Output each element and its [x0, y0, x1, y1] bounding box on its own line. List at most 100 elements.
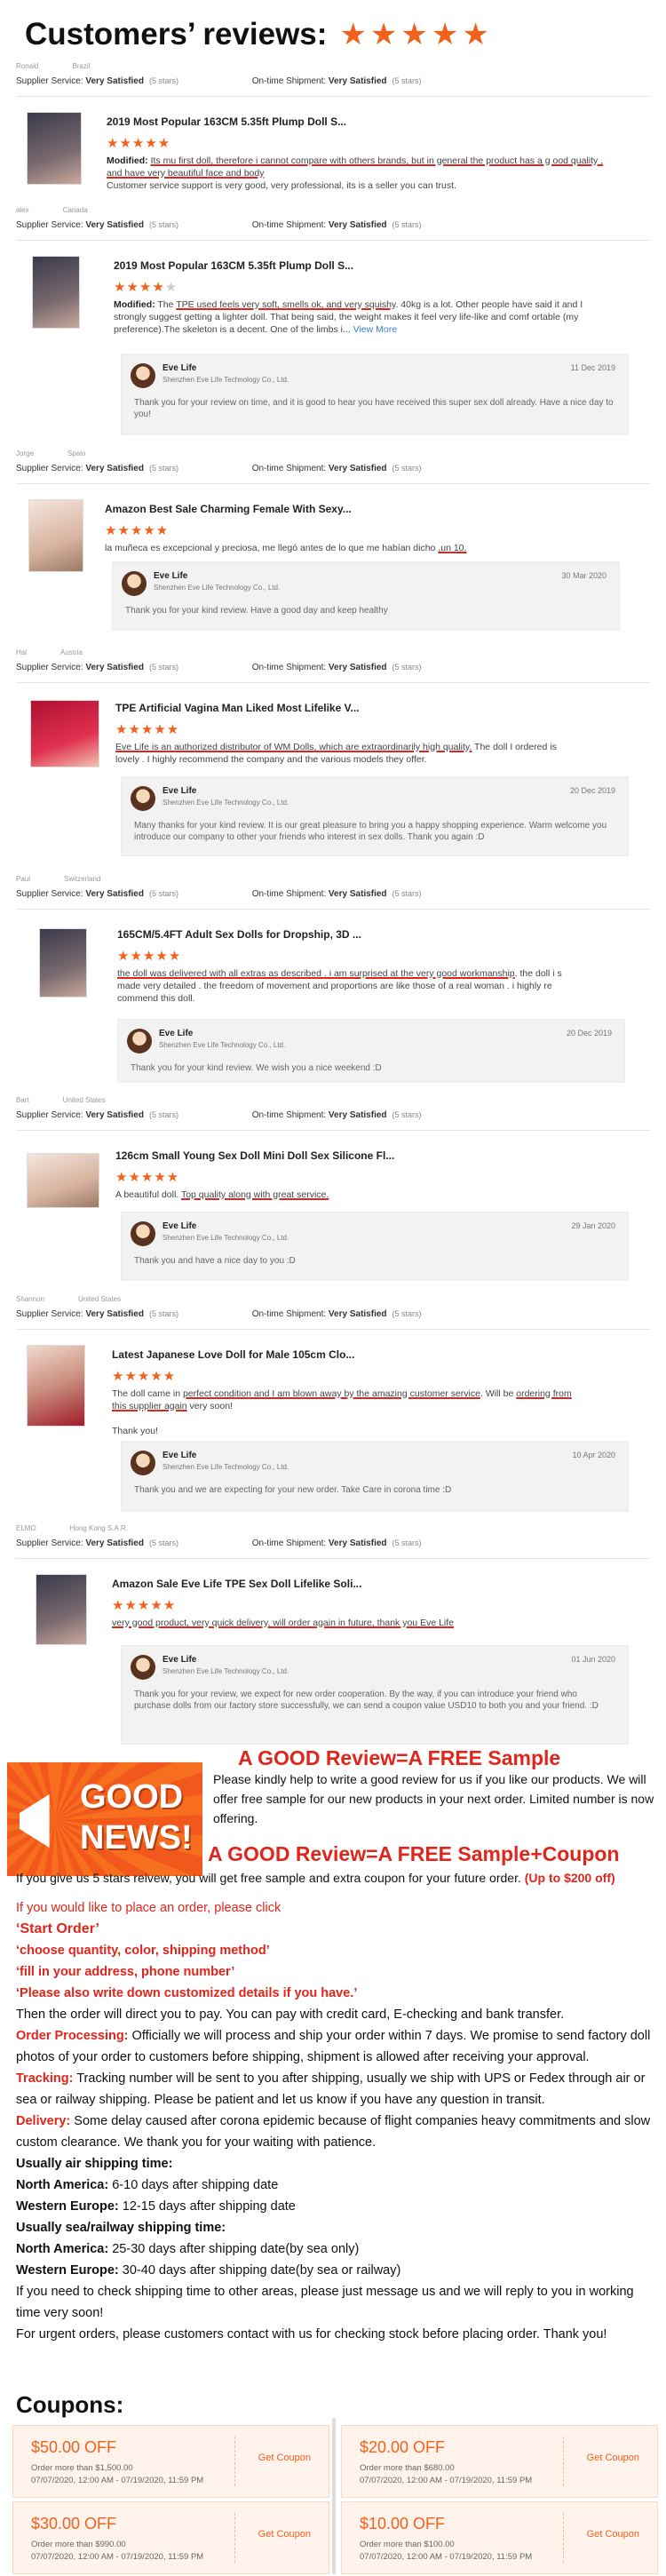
review-stars: ★★★★★: [115, 1170, 180, 1185]
review-text: A beautiful doll. Top quality along with…: [115, 1189, 329, 1200]
product-title[interactable]: 2019 Most Popular 163CM 5.35ft Plump Dol…: [114, 259, 353, 272]
product-thumbnail[interactable]: [32, 256, 80, 329]
review-card: 126cm Small Young Sex Doll Mini Doll Sex…: [16, 1135, 650, 1295]
view-more-link[interactable]: View More: [353, 324, 397, 335]
divider: [16, 483, 650, 484]
review-text: The doll came in perfect condition and I…: [112, 1388, 572, 1436]
get-coupon-button[interactable]: Get Coupon: [258, 2453, 311, 2463]
seller-avatar: [131, 786, 155, 811]
product-title[interactable]: Amazon Best Sale Charming Female With Se…: [105, 503, 352, 515]
rating-line: Supplier Service: Very Satisfied (5 stars…: [16, 76, 422, 86]
rating-line: Supplier Service: Very Satisfied (5 stars…: [16, 1110, 422, 1120]
product-thumbnail[interactable]: [39, 928, 87, 998]
rating-line: Supplier Service: Very Satisfied (5 stars…: [16, 1538, 422, 1548]
reviewer-meta: Bart United States: [16, 1096, 106, 1104]
coupon-card: $30.00 OFF Order more than $990.00 07/07…: [12, 2501, 329, 2574]
good-news-banner: GOOD NEWS!: [7, 1762, 202, 1876]
review-card: TPE Artificial Vagina Man Liked Most Lif…: [16, 688, 650, 865]
product-title[interactable]: TPE Artificial Vagina Man Liked Most Lif…: [115, 702, 360, 714]
reviewer-meta: Shannon United States: [16, 1295, 122, 1303]
divider: [16, 96, 650, 97]
reviewer-meta: ELMO Hong Kong S.A.R.: [16, 1524, 129, 1532]
review-text: Modified: The TPE used feels very soft, …: [114, 299, 583, 335]
promo-text-2: If you give us 5 stars reivew, you will …: [16, 1871, 615, 1885]
review-stars: ★★★★★: [115, 722, 180, 737]
coupon-card: $20.00 OFF Order more than $680.00 07/07…: [341, 2425, 658, 2498]
reviewer-country: Brazil: [72, 62, 91, 70]
get-coupon-button[interactable]: Get Coupon: [587, 2529, 639, 2540]
seller-avatar: [131, 1451, 155, 1475]
promo-headline: A GOOD Review=A FREE Sample: [238, 1746, 561, 1769]
reviews-header: Customers’ reviews: ★★★★★: [25, 12, 493, 57]
start-order-link[interactable]: ‘Start Order’: [16, 1919, 655, 1940]
review-stars: ★★★★★: [112, 1369, 177, 1384]
seller-reply: Eve Life Shenzhen Eve Life Technology Co…: [121, 1441, 629, 1512]
divider: [16, 682, 650, 683]
divider: [332, 2418, 336, 2574]
product-thumbnail[interactable]: [36, 1574, 87, 1645]
promo-text: Please kindly help to write a good revie…: [213, 1772, 654, 1825]
product-title[interactable]: Amazon Sale Eve Life TPE Sex Doll Lifeli…: [112, 1578, 361, 1590]
review-stars: ★★★★★: [112, 1598, 177, 1613]
rating-line: Supplier Service: Very Satisfied (5 stars…: [16, 663, 422, 672]
review-stars: ★★★★★: [114, 280, 178, 295]
get-coupon-button[interactable]: Get Coupon: [587, 2453, 639, 2463]
reviewer-meta: Hal Austria: [16, 648, 83, 656]
product-title[interactable]: 126cm Small Young Sex Doll Mini Doll Sex…: [115, 1149, 394, 1162]
order-intro: If you would like to place an order, ple…: [16, 1901, 281, 1915]
product-title[interactable]: Latest Japanese Love Doll for Male 105cm…: [112, 1348, 354, 1361]
seller-avatar: [131, 1221, 155, 1246]
seller-reply: Eve Life Shenzhen Eve Life Technology Co…: [117, 1019, 625, 1083]
divider: [16, 1130, 650, 1131]
seller-avatar: [122, 571, 147, 596]
review-card: Amazon Best Sale Charming Female With Se…: [16, 489, 650, 648]
header-stars: ★★★★★: [339, 18, 493, 52]
seller-reply: Eve Life Shenzhen Eve Life Technology Co…: [112, 561, 620, 631]
product-thumbnail[interactable]: [27, 112, 82, 185]
divider: [16, 1558, 650, 1559]
review-text: Modified: Its mu first doll, therefore i…: [107, 155, 604, 191]
order-instructions: If you would like to place an order, ple…: [16, 1897, 655, 2345]
rating-line: Supplier Service: Very Satisfied (5 stars…: [16, 220, 422, 230]
seller-reply: Eve Life Shenzhen Eve Life Technology Co…: [121, 776, 629, 856]
review-stars: ★★★★★: [117, 949, 182, 964]
rating-line: Supplier Service: Very Satisfied (5 stars…: [16, 1309, 422, 1319]
coupon-card: $10.00 OFF Order more than $100.00 07/07…: [341, 2501, 658, 2574]
product-title[interactable]: 2019 Most Popular 163CM 5.35ft Plump Dol…: [107, 115, 346, 128]
reviewer-meta: alex Canada: [16, 206, 88, 214]
divider: [16, 1329, 650, 1330]
review-text: Eve Life is an authorized distributor of…: [115, 742, 557, 765]
product-title[interactable]: 165CM/5.4FT Adult Sex Dolls for Dropship…: [117, 928, 361, 941]
review-card: Latest Japanese Love Doll for Male 105cm…: [16, 1334, 650, 1521]
reviewer-meta: Ronald Brazil: [16, 62, 123, 70]
seller-reply: Eve Life Shenzhen Eve Life Technology Co…: [121, 1645, 629, 1745]
review-card: 2019 Most Popular 163CM 5.35ft Plump Dol…: [16, 101, 650, 199]
reviewer-name: Ronald: [16, 62, 39, 70]
coupons-heading: Coupons:: [16, 2391, 124, 2418]
product-thumbnail[interactable]: [27, 1345, 85, 1427]
seller-avatar: [127, 1029, 152, 1053]
review-stars: ★★★★★: [107, 136, 171, 151]
review-text: the doll was delivered with all extras a…: [117, 968, 562, 1004]
product-thumbnail[interactable]: [27, 1153, 99, 1208]
rating-line: Supplier Service: Very Satisfied (5 stars…: [16, 464, 422, 473]
divider: [16, 909, 650, 910]
seller-reply: Eve Life Shenzhen Eve Life Technology Co…: [121, 354, 629, 435]
divider: [16, 240, 650, 241]
review-text: la muñeca es excepcional y preciosa, me …: [105, 543, 467, 553]
seller-reply: Eve Life Shenzhen Eve Life Technology Co…: [121, 1212, 629, 1281]
coupon-card: $50.00 OFF Order more than $1,500.00 07/…: [12, 2425, 329, 2498]
reviewer-meta: Jorge Spain: [16, 449, 86, 457]
get-coupon-button[interactable]: Get Coupon: [258, 2529, 311, 2540]
rating-line: Supplier Service: Very Satisfied (5 stars…: [16, 889, 422, 899]
review-card: 165CM/5.4FT Adult Sex Dolls for Dropship…: [16, 914, 650, 1092]
page-title: Customers’ reviews:: [25, 17, 328, 52]
seller-avatar: [131, 363, 155, 388]
review-card: 2019 Most Popular 163CM 5.35ft Plump Dol…: [16, 245, 650, 441]
seller-avatar: [131, 1655, 155, 1680]
product-thumbnail[interactable]: [30, 700, 99, 767]
product-thumbnail[interactable]: [28, 499, 83, 572]
reviewer-meta: Paul Switzerland: [16, 875, 101, 883]
promo-headline-2: A GOOD Review=A FREE Sample+Coupon: [208, 1842, 620, 1865]
review-text: very good product, very quick delivery, …: [112, 1618, 455, 1628]
